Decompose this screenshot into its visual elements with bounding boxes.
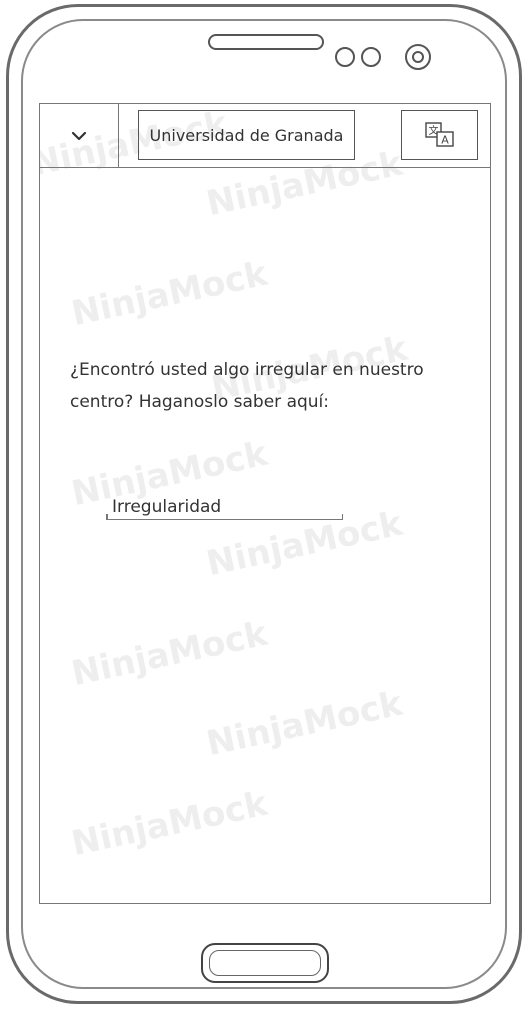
home-button[interactable] <box>201 943 329 983</box>
sensor-right <box>361 47 381 67</box>
app-title: Universidad de Granada <box>138 110 355 160</box>
app-screen: NinjaMock NinjaMock NinjaMock NinjaMock … <box>39 103 491 904</box>
translate-icon: 文 A <box>424 122 454 147</box>
watermark: NinjaMock <box>203 683 406 765</box>
app-bar: Universidad de Granada 文 A <box>40 104 490 168</box>
watermark: NinjaMock <box>68 613 271 695</box>
menu-dropdown-button[interactable] <box>40 104 119 167</box>
sensor-left <box>335 47 355 67</box>
watermark: NinjaMock <box>68 253 271 335</box>
translate-button[interactable]: 文 A <box>401 110 478 160</box>
chevron-down-icon <box>71 131 87 140</box>
watermark: NinjaMock <box>68 783 271 865</box>
irregularity-input[interactable]: Irregularidad <box>106 489 343 520</box>
irregularity-input-value: Irregularidad <box>112 497 222 517</box>
report-prompt-text: ¿Encontró usted algo irregular en nuestr… <box>70 360 424 412</box>
front-camera-icon <box>405 44 431 70</box>
speaker-grille <box>208 34 324 50</box>
svg-text:A: A <box>441 134 449 147</box>
